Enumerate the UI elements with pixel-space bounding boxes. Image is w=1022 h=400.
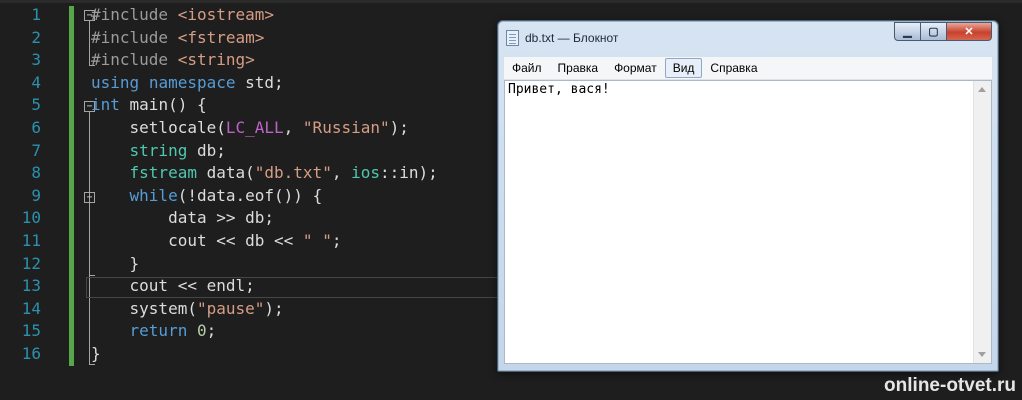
code-token: <iostream> [177,5,275,24]
notepad-icon [506,30,519,46]
fold-guide [89,21,90,65]
code-token: ); [389,117,409,137]
window-title: db.txt — Блокнот [525,31,619,45]
title-bar[interactable]: db.txt — Блокнот [506,28,618,48]
code-token: ios [351,163,380,183]
code-token: LC_ALL [225,117,284,137]
code-token: cout << db << [91,230,303,250]
menu-format[interactable]: Формат [606,58,665,78]
editor-top-border [0,0,1022,3]
close-icon: ✕ [964,26,974,38]
document-text[interactable]: Привет, вася! [508,82,610,97]
scroll-up-icon[interactable] [978,87,986,92]
code-token: "Russian" [302,117,390,137]
line-number: 2 [31,27,41,47]
code-token: namespace [148,72,236,92]
line-number: 16 [21,343,41,363]
code-token: system( [91,298,197,318]
code-token: data( [196,163,255,183]
code-token: } [91,343,101,363]
line-number: 9 [31,185,41,205]
scroll-down-icon[interactable] [978,352,986,357]
code-token: db; [187,140,226,160]
minimize-icon: ▁ [903,26,912,38]
code-token: " " [302,230,332,250]
code-token: #include [91,27,178,47]
code-token: ::in); [380,163,438,183]
code-token: cout << endl; [91,276,255,296]
code-token: ); [264,298,284,318]
code-token: <fstream> [177,27,265,47]
text-area[interactable]: Привет, вася! [504,80,992,364]
watermark: online-otvet.ru [884,375,1016,396]
line-number: 11 [21,230,41,250]
window-controls: ▁ ▢ ✕ [894,22,992,41]
code-token: string [129,140,188,160]
code-token: "pause" [196,298,265,318]
code-token: data >> db; [91,208,275,228]
code-token: using [91,72,140,92]
code-token: std; [235,72,284,92]
code-token: int [91,95,120,115]
code-token: ; [331,230,342,250]
minimize-button[interactable]: ▁ [894,22,921,41]
line-number: 4 [31,72,41,92]
code-token: 0 [196,321,207,341]
code-token: setlocale( [91,117,226,137]
close-button[interactable]: ✕ [947,22,992,41]
code-token: #include [91,50,178,70]
line-number: 10 [21,208,41,228]
line-number: 15 [21,321,41,341]
line-number: 6 [31,117,41,137]
code-token: main() { [119,95,207,115]
code-token: (!data.eof()) { [177,185,323,205]
line-number: 5 [31,95,41,115]
code-token: <string> [177,50,255,70]
maximize-button[interactable]: ▢ [921,22,947,41]
code-token: , [331,163,352,183]
line-number: 7 [31,140,41,160]
menu-file[interactable]: Файл [504,58,550,78]
line-number: 12 [21,253,41,273]
line-number: 14 [21,298,41,318]
menu-bar: Файл Правка Формат Вид Справка [504,57,992,80]
code-token: fstream [129,163,197,183]
menu-edit[interactable]: Правка [550,58,607,78]
line-number: 1 [31,5,41,24]
code-token: , [283,117,303,137]
line-number: 13 [21,276,41,296]
maximize-icon: ▢ [928,26,939,38]
code-token: } [91,253,140,273]
menu-view[interactable]: Вид [664,58,703,78]
code-token: return [129,321,188,341]
notepad-window[interactable]: db.txt — Блокнот ▁ ▢ ✕ Файл Правка Форма… [497,20,999,372]
code-token: while [129,185,178,205]
fold-guide [89,203,90,275]
menu-help[interactable]: Справка [702,58,765,78]
line-number-gutter: 1 2 3 4 5 6 7 8 9 10 11 12 13 14 15 16 [0,4,60,366]
line-number: 3 [31,50,41,70]
vertical-scrollbar[interactable] [973,81,991,363]
change-tracking-bar [69,6,74,366]
code-token: ; [206,321,217,341]
code-token: "db.txt" [254,163,332,183]
line-number: 8 [31,163,41,183]
code-token: #include [91,5,178,24]
